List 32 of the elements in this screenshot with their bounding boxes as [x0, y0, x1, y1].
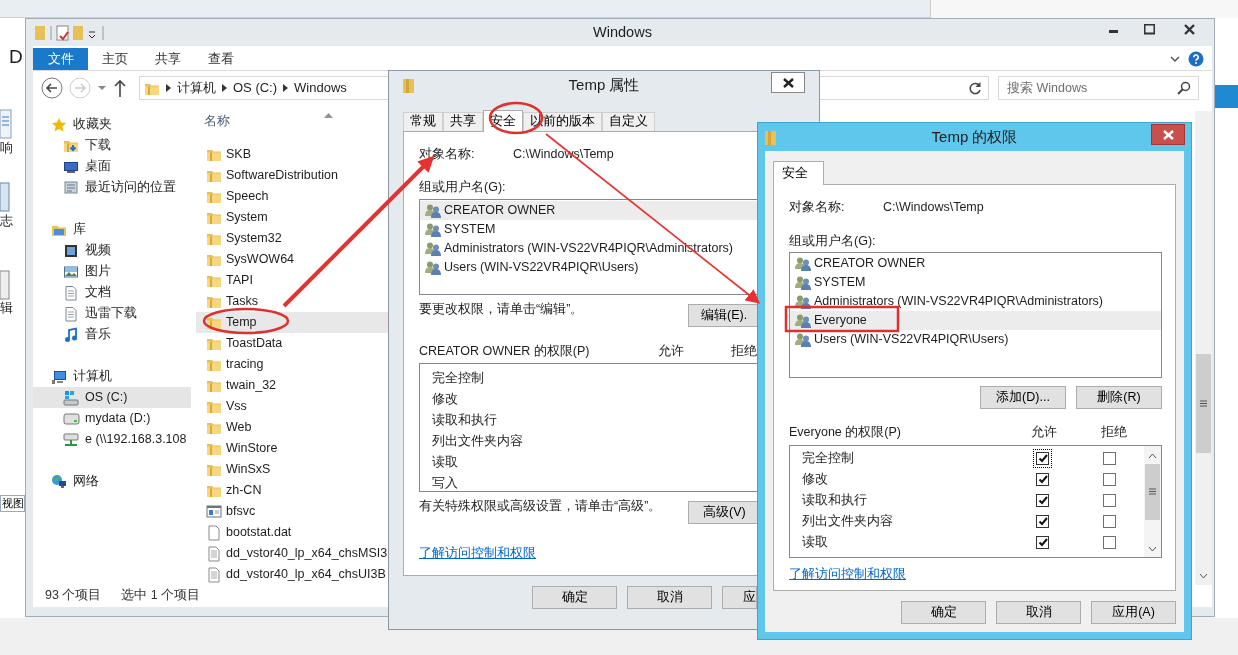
icon-label: 辑	[0, 301, 13, 317]
column-header: 允许	[1031, 425, 1058, 441]
permission-name: 读取和执行	[802, 492, 868, 509]
dialog-title: Temp 属性	[568, 75, 640, 93]
status-text: 93 个项目	[45, 588, 102, 604]
status-text: 选中 1 个项目	[121, 588, 201, 604]
window-text: D	[9, 45, 23, 69]
dialog-title: Temp 的权限	[931, 127, 1018, 145]
icon-label: 响	[0, 140, 13, 157]
icon-label: 志	[0, 214, 13, 230]
section-label: Everyone 的权限(P)	[789, 425, 902, 441]
permission-name: 读取	[432, 454, 458, 471]
permission-name: 完全控制	[432, 370, 484, 387]
permission-name: 列出文件夹内容	[802, 513, 894, 530]
hint-text: 有关特殊权限或高级设置，请单击“高级”。	[419, 498, 663, 515]
permission-name: 读取和执行	[432, 412, 497, 429]
hint-text: 要更改权限，请单击“编辑”。	[419, 302, 585, 318]
window-title: Windows	[593, 24, 652, 41]
section-label: CREATOR OWNER 的权限(P)	[419, 344, 591, 360]
column-header: 拒绝	[731, 344, 757, 360]
permission-name: 修改	[432, 391, 458, 408]
field-label: 组或用户名(G):	[419, 179, 507, 196]
field-label: 对象名称:	[789, 200, 846, 216]
object-name: C:\Windows\Temp	[883, 200, 984, 216]
permission-name: 完全控制	[802, 450, 855, 467]
permission-name: 修改	[802, 471, 829, 488]
column-header: 允许	[658, 344, 685, 360]
field-label: 组或用户名(G):	[789, 233, 877, 250]
column-header: 拒绝	[1101, 425, 1127, 441]
permission-name: 写入	[432, 475, 458, 491]
permission-name: 读取	[802, 534, 829, 551]
permission-name: 列出文件夹内容	[432, 433, 523, 450]
